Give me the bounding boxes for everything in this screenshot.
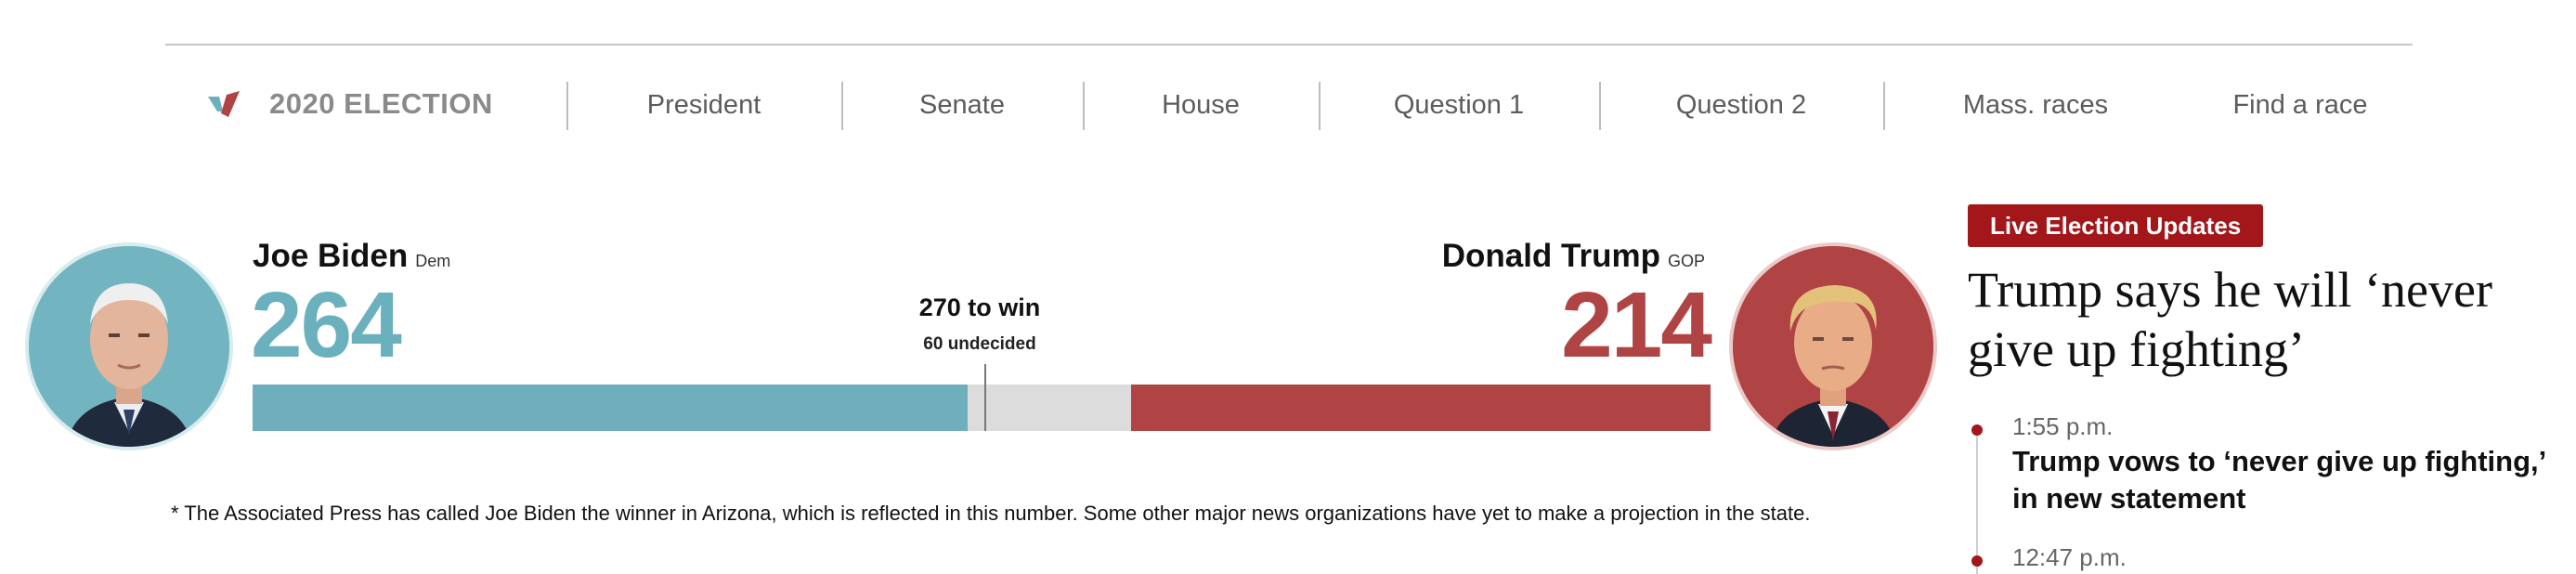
electoral-vote-bar [253, 385, 1711, 431]
gop-party: GOP [1667, 252, 1705, 270]
nav-item-question-2[interactable]: Question 2 [1599, 85, 1883, 124]
gop-bar-segment [1130, 385, 1711, 431]
brand[interactable]: 2020 ELECTION [208, 85, 493, 123]
footnote: * The Associated Press has called Joe Bi… [171, 502, 1811, 525]
update-time: 12:47 p.m. [2012, 543, 2127, 571]
trump-avatar [1729, 242, 1937, 450]
dem-party: Dem [415, 252, 451, 270]
election-nav: 2020 ELECTION President Senate House Que… [165, 76, 2413, 134]
nav-item-question-1[interactable]: Question 1 [1319, 85, 1599, 124]
dem-bar-segment [253, 385, 969, 431]
live-headline[interactable]: Trump says he will ‘never give up fighti… [1968, 260, 2562, 379]
270-threshold-marker [983, 364, 986, 431]
nav-item-mass-races[interactable]: Mass. races [1883, 85, 2188, 124]
timeline-line [1976, 425, 1978, 574]
to-win-label: 270 to win [918, 294, 1041, 321]
gop-electoral-votes: 214 [1561, 273, 1712, 377]
dem-electoral-votes: 264 [251, 273, 402, 377]
nav-item-senate[interactable]: Senate [841, 85, 1083, 124]
live-updates-badge[interactable]: Live Election Updates [1968, 204, 2264, 247]
timeline-dot [1971, 555, 1983, 567]
update-text[interactable]: Trump vows to ‘never give up fighting,’ … [2012, 443, 2569, 517]
nav-item-house[interactable]: House [1083, 85, 1319, 124]
nav-item-find-a-race[interactable]: Find a race [2188, 85, 2413, 124]
dem-name: Joe Biden [253, 238, 409, 274]
biden-avatar [25, 242, 233, 450]
nav-item-president[interactable]: President [566, 85, 841, 124]
brand-label: 2020 ELECTION [269, 87, 493, 120]
election-checkmark-icon [208, 91, 243, 117]
top-divider [165, 44, 2413, 46]
dem-candidate-name: Joe Biden Dem [253, 238, 450, 275]
timeline-dot [1971, 424, 1983, 436]
gop-candidate-name: Donald Trump GOP [1442, 238, 1705, 275]
undecided-label: 60 undecided [923, 334, 1036, 354]
gop-name: Donald Trump [1441, 238, 1660, 274]
update-time: 1:55 p.m. [2012, 412, 2114, 440]
